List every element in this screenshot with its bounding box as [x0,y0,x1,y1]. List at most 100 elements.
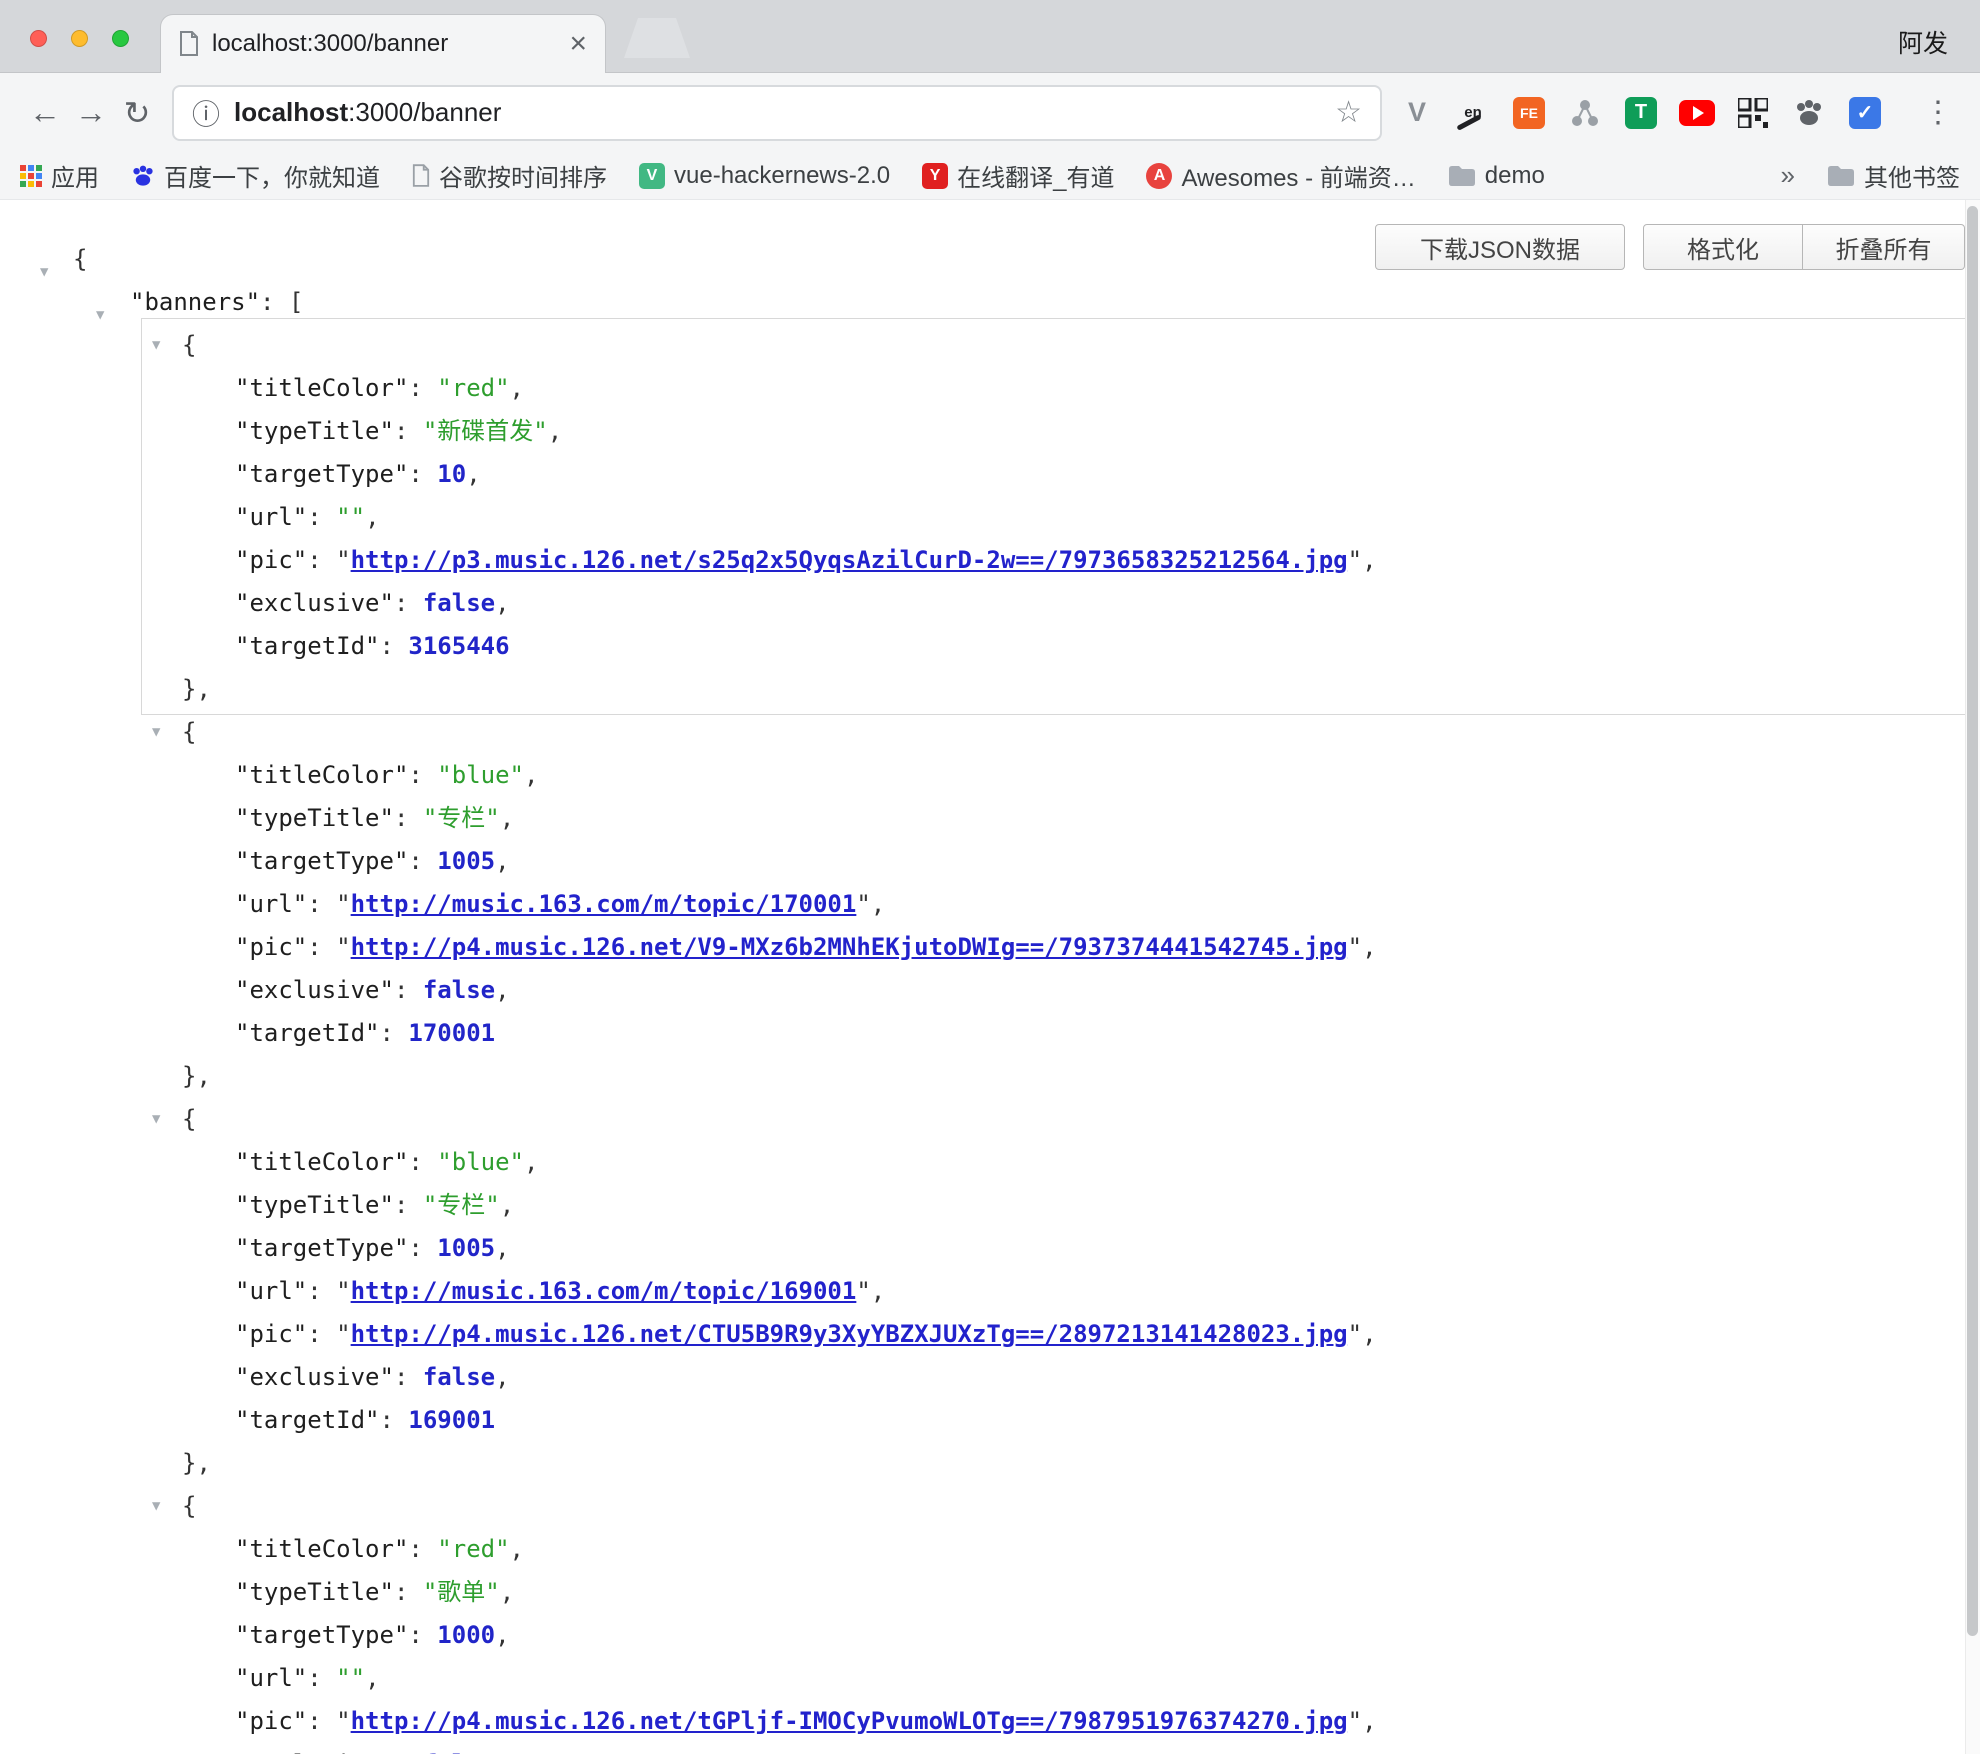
json-url-link[interactable]: http://p3.music.126.net/s25q2x5QyqsAzilC… [351,546,1348,574]
window-controls [30,30,129,47]
json-line: "url": "", [182,1657,1965,1700]
json-line: "url": "http://music.163.com/m/topic/170… [182,883,1965,926]
json-line: "targetId": 3165446 [182,625,1965,668]
json-object: ▼{"titleColor": "red","typeTitle": "新碟首发… [182,324,1965,711]
json-line: "pic": "http://p4.music.126.net/V9-MXz6b… [182,926,1965,969]
json-line: "exclusive": false, [182,1356,1965,1399]
bookmark-vue-hackernews[interactable]: V vue-hackernews-2.0 [639,162,890,190]
vue-icon: V [639,163,665,189]
json-line: "typeTitle": "歌单", [182,1571,1965,1614]
baidu-paw-icon [131,164,155,188]
json-url-link[interactable]: http://music.163.com/m/topic/170001 [351,890,857,918]
collapse-toggle-icon[interactable]: ▼ [96,294,104,337]
tab-close-icon[interactable]: × [569,29,587,59]
paw-extension-icon[interactable] [1790,94,1828,132]
extension-icons: V en FE T [1398,94,1884,132]
json-line: "targetType": 1005, [182,840,1965,883]
json-line: "pic": "http://p3.music.126.net/s25q2x5Q… [182,539,1965,582]
browser-menu-icon[interactable]: ⋮ [1918,95,1958,130]
fe-extension-icon[interactable]: FE [1510,94,1548,132]
json-line: }, [182,1442,1965,1485]
forward-button[interactable]: → [68,94,114,131]
json-line: "exclusive": false, [182,582,1965,625]
folder-icon [1448,165,1476,187]
json-line: ▼"banners": [ [0,281,1965,324]
json-line: "titleColor": "red", [182,367,1965,410]
bookmark-google-sort[interactable]: 谷歌按时间排序 [412,158,607,193]
tampermonkey-extension-icon[interactable]: T [1622,94,1660,132]
json-line: "targetType": 1005, [182,1227,1965,1270]
json-line: "targetId": 169001 [182,1399,1965,1442]
json-line: "targetId": 170001 [182,1012,1965,1055]
minimize-window-button[interactable] [71,30,88,47]
apps-grid-icon [20,165,42,187]
new-tab-button[interactable] [624,18,690,58]
json-url-link[interactable]: http://p4.music.126.net/V9-MXz6b2MNhEKju… [351,933,1348,961]
json-line: }, [182,668,1965,711]
json-url-link[interactable]: http://p4.music.126.net/tGPljf-IMOCyPvum… [351,1707,1348,1735]
bookmark-star-icon[interactable]: ☆ [1335,95,1362,130]
json-line: { [182,324,1965,367]
bookmark-awesomes[interactable]: A Awesomes - 前端资… [1146,158,1415,193]
json-line: { [182,1098,1965,1141]
json-line: "pic": "http://p4.music.126.net/tGPljf-I… [182,1700,1965,1743]
bookmarks-bar: 应用 百度一下，你就知道 谷歌按时间排序 V vue-hackernews-2.… [0,152,1980,200]
folder-icon [1827,165,1855,187]
collapse-toggle-icon[interactable]: ▼ [152,337,160,353]
json-line: "titleColor": "blue", [182,754,1965,797]
reload-button[interactable]: ↻ [114,94,160,132]
translate-extension-icon[interactable]: en [1454,94,1492,132]
json-line: "exclusive": false, [182,969,1965,1012]
json-line: { [182,711,1965,754]
collapse-toggle-icon[interactable]: ▼ [152,724,160,740]
network-extension-icon[interactable] [1566,94,1604,132]
bookmark-apps[interactable]: 应用 [20,158,99,193]
collapse-toggle-icon[interactable]: ▼ [152,1111,160,1127]
youtube-extension-icon[interactable] [1678,94,1716,132]
vimium-extension-icon[interactable]: V [1398,94,1436,132]
profile-name[interactable]: 阿发 [1898,24,1948,60]
vertical-scrollbar[interactable] [1965,200,1980,1754]
qrcode-extension-icon[interactable] [1734,94,1772,132]
other-bookmarks-folder[interactable]: 其他书签 [1827,158,1960,193]
close-window-button[interactable] [30,30,47,47]
json-line: "pic": "http://p4.music.126.net/CTU5B9R9… [182,1313,1965,1356]
json-url-link[interactable]: http://music.163.com/m/topic/169001 [351,1277,857,1305]
fullscreen-window-button[interactable] [112,30,129,47]
browser-toolbar: ← → ↻ ⓘ localhost:3000/banner ☆ V en FE … [0,73,1980,152]
json-object: ▼{"titleColor": "red","typeTitle": "歌单",… [182,1485,1965,1754]
page-icon [412,164,430,188]
json-line: "titleColor": "red", [182,1528,1965,1571]
json-line: "typeTitle": "专栏", [182,1184,1965,1227]
back-button[interactable]: ← [22,94,68,131]
browser-tab[interactable]: localhost:3000/banner × [160,14,606,73]
collapse-toggle-icon[interactable]: ▼ [152,1498,160,1514]
bookmark-folder-demo[interactable]: demo [1448,162,1545,190]
json-line: "url": "", [182,496,1965,539]
json-line: "exclusive": false, [182,1743,1965,1754]
bookmark-youdao-translate[interactable]: Y 在线翻译_有道 [922,158,1114,193]
json-url-link[interactable]: http://p4.music.126.net/CTU5B9R9y3XyYBZX… [351,1320,1348,1348]
url-host: localhost [234,97,348,127]
json-line: ▼{ [0,238,1965,281]
awesomes-icon: A [1146,163,1172,189]
url-text[interactable]: localhost:3000/banner [234,97,501,128]
json-line: "titleColor": "blue", [182,1141,1965,1184]
scrollbar-thumb[interactable] [1967,206,1978,1636]
json-line: "targetType": 10, [182,453,1965,496]
json-line: { [182,1485,1965,1528]
page-info-icon[interactable]: ⓘ [192,93,220,133]
bookmarks-overflow-chevron[interactable]: » [1781,160,1795,191]
json-line: }, [182,1055,1965,1098]
youdao-icon: Y [922,163,948,189]
json-line: "typeTitle": "专栏", [182,797,1965,840]
json-object: ▼{"titleColor": "blue","typeTitle": "专栏"… [182,1098,1965,1485]
tab-title: localhost:3000/banner [212,30,557,58]
bookmark-baidu[interactable]: 百度一下，你就知道 [131,158,380,193]
json-viewer: ▼{▼"banners": [▼{"titleColor": "red","ty… [0,238,1965,1754]
url-path: :3000/banner [348,97,501,127]
address-bar[interactable]: ⓘ localhost:3000/banner ☆ [172,85,1382,141]
shield-check-extension-icon[interactable]: ✓ [1846,94,1884,132]
titlebar: localhost:3000/banner × 阿发 [0,0,1980,73]
json-object: ▼{"titleColor": "blue","typeTitle": "专栏"… [182,711,1965,1098]
